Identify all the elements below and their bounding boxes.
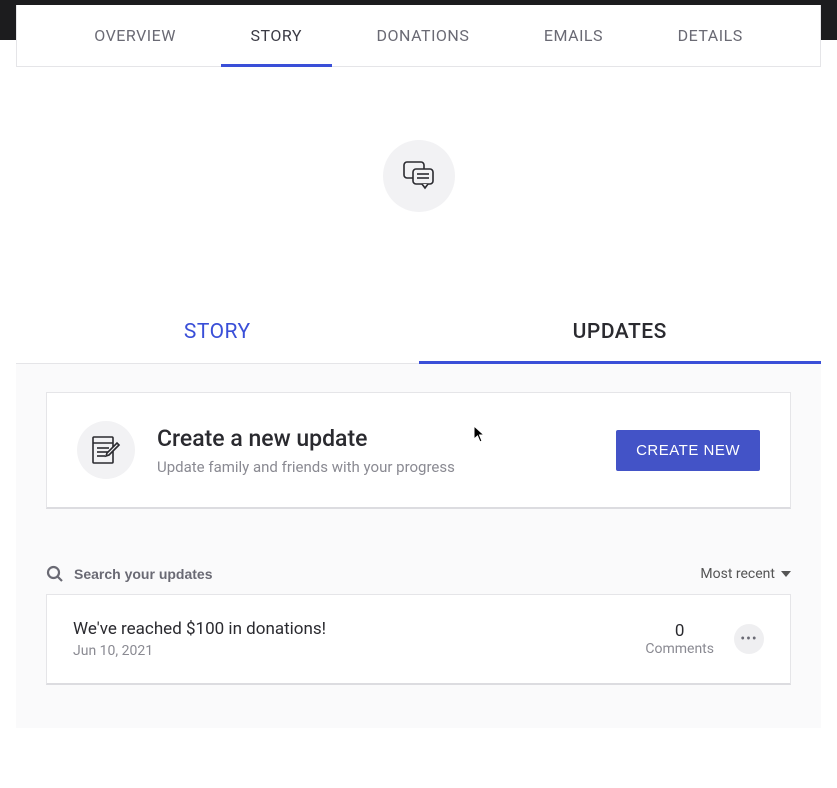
create-update-card: Create a new update Update family and fr… bbox=[46, 392, 791, 509]
create-new-button[interactable]: CREATE NEW bbox=[616, 430, 760, 471]
ellipsis-icon: ••• bbox=[740, 631, 757, 647]
search-sort-row: Most recent bbox=[46, 554, 791, 594]
tab-story[interactable]: STORY bbox=[251, 5, 302, 66]
primary-tab-bar: OVERVIEW STORY DONATIONS EMAILS DETAILS bbox=[16, 5, 821, 67]
chevron-down-icon bbox=[781, 571, 791, 577]
create-update-text: Create a new update Update family and fr… bbox=[157, 425, 594, 476]
sort-dropdown[interactable]: Most recent bbox=[700, 566, 791, 582]
create-update-subtitle: Update family and friends with your prog… bbox=[157, 458, 594, 476]
update-item-date: Jun 10, 2021 bbox=[73, 643, 645, 659]
search-group bbox=[46, 565, 294, 583]
update-comments-count: 0 bbox=[645, 621, 714, 641]
tab-details[interactable]: DETAILS bbox=[678, 5, 743, 66]
subtab-story[interactable]: STORY bbox=[16, 300, 419, 363]
update-comments-block: 0 Comments bbox=[645, 621, 714, 657]
more-options-button[interactable]: ••• bbox=[734, 624, 764, 654]
update-comments-label: Comments bbox=[645, 641, 714, 657]
subtab-updates[interactable]: UPDATES bbox=[419, 300, 822, 363]
secondary-tab-bar: STORY UPDATES bbox=[16, 300, 821, 364]
create-update-title: Create a new update bbox=[157, 425, 594, 452]
search-icon bbox=[46, 565, 64, 583]
tab-emails[interactable]: EMAILS bbox=[544, 5, 603, 66]
document-edit-icon bbox=[77, 421, 135, 479]
tab-donations[interactable]: DONATIONS bbox=[377, 5, 470, 66]
chat-bubble-icon bbox=[383, 140, 455, 212]
search-input[interactable] bbox=[74, 566, 294, 582]
update-item-text: We've reached $100 in donations! Jun 10,… bbox=[73, 619, 645, 659]
tab-overview[interactable]: OVERVIEW bbox=[94, 5, 176, 66]
update-list-item[interactable]: We've reached $100 in donations! Jun 10,… bbox=[46, 594, 791, 685]
update-item-title: We've reached $100 in donations! bbox=[73, 619, 645, 639]
sort-label: Most recent bbox=[700, 566, 775, 582]
